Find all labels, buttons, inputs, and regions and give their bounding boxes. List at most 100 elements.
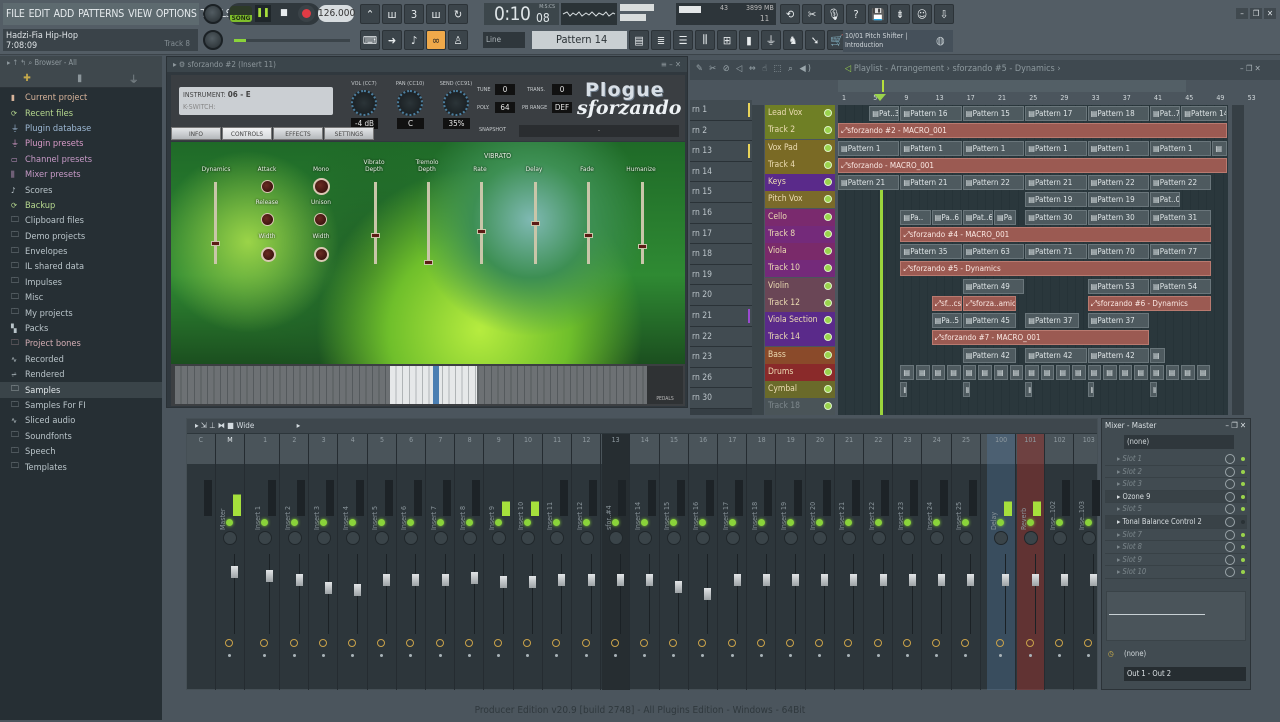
playlist-icon[interactable]: ▤ (629, 30, 649, 50)
track-header[interactable]: Bass (765, 346, 835, 364)
effect-slot[interactable]: ▸ Slot 3 (1105, 478, 1247, 491)
route-icon[interactable] (260, 639, 269, 647)
automation-clip[interactable]: ⤢sforzando #7 - MACRO_001 (931, 330, 1149, 346)
pan-knob[interactable] (404, 531, 419, 545)
mixer-channel[interactable]: 6 Insert 6 (397, 434, 426, 690)
pattern-clip[interactable]: ▤ (1212, 140, 1227, 156)
browser-item[interactable]: 🗀 Samples For FI (0, 398, 162, 413)
slot-enable-led[interactable] (1241, 532, 1245, 537)
track-mute-led[interactable] (824, 109, 832, 117)
volume-fader[interactable] (500, 576, 507, 589)
mixer-channel[interactable]: 7 Insert 7 (427, 434, 456, 690)
channel-rack-icon[interactable]: ☰ (673, 30, 693, 50)
mix-level-knob[interactable] (1225, 466, 1235, 477)
volume-fader[interactable] (266, 570, 274, 582)
pattern-clip[interactable]: ▤Pattern 1 (838, 140, 900, 156)
send-dot[interactable] (467, 654, 471, 657)
browser-item[interactable]: ⫼ Mixer presets (0, 167, 162, 182)
send-dot[interactable] (643, 654, 646, 657)
mix-level-knob[interactable] (1225, 479, 1235, 490)
slot-enable-led[interactable] (1241, 457, 1245, 461)
effect-slot[interactable]: ▸ Slot 5 (1105, 503, 1247, 516)
mixer-layout-preset[interactable]: Wide (236, 421, 254, 430)
pan-knob[interactable] (397, 90, 423, 116)
send-dot[interactable] (1028, 654, 1032, 657)
send-dot[interactable] (999, 654, 1003, 657)
menu-file[interactable]: FILE (6, 8, 25, 20)
tab-effects[interactable]: EFFECTS (273, 127, 323, 140)
pan-knob[interactable] (959, 531, 974, 545)
slider-handle[interactable] (638, 244, 647, 250)
undo-icon[interactable]: ⟲ (780, 4, 800, 24)
help-icon[interactable]: ? (846, 4, 866, 24)
mixer-channel[interactable]: 8 Insert 8 (456, 434, 485, 690)
mixer-channel[interactable]: 5 Insert 5 (368, 434, 397, 690)
track-header[interactable]: Track 12 (765, 294, 835, 312)
browser-item[interactable]: 🗀 Speech (0, 444, 162, 459)
channel-enable-led[interactable] (757, 519, 765, 526)
pattern-clip[interactable]: ▤Pattern 18 (1087, 106, 1149, 121)
channel-enable-led[interactable] (226, 519, 234, 526)
pan-knob[interactable] (900, 531, 915, 545)
snap-selector[interactable]: Line (483, 32, 525, 48)
slot-enable-led[interactable] (1241, 545, 1245, 550)
mono-knob[interactable] (313, 178, 330, 195)
channel-enable-led[interactable] (728, 519, 736, 526)
menu-view[interactable]: VIEW (128, 8, 152, 20)
chat-icon[interactable]: ☺ (912, 4, 932, 24)
mixer-channel[interactable]: 20 Insert 20 (806, 434, 835, 690)
drum-pattern-clip[interactable]: ▤ (931, 364, 946, 380)
channel-enable-led[interactable] (1055, 519, 1063, 526)
pattern-clip[interactable]: ▤Pattern 21 (1025, 175, 1087, 190)
slot-enable-led[interactable] (1241, 507, 1245, 512)
pan-knob[interactable] (608, 531, 623, 545)
mixer-channel[interactable]: 13 sfor..#4 (601, 434, 631, 690)
menu-options[interactable]: OPTIONS (156, 8, 197, 20)
plugin-title-bar[interactable]: ▸ ⚙ sforzando #2 (Insert 11) ≡ – ✕ (167, 57, 687, 72)
volume-fader[interactable] (470, 571, 478, 584)
typing-keyboard-icon[interactable]: ⌨ (360, 30, 380, 50)
channel-enable-led[interactable] (997, 519, 1005, 526)
mixer-channel[interactable]: 102 Inse..102 (1046, 434, 1075, 690)
cymbal-pattern-clip[interactable]: ▤ (900, 382, 908, 397)
pan-knob[interactable] (1052, 531, 1067, 545)
route-icon[interactable] (348, 639, 356, 647)
browser-item[interactable]: ⟳ Recent files (0, 105, 162, 120)
route-icon[interactable] (406, 639, 415, 647)
mix-level-knob[interactable] (1225, 504, 1235, 515)
pan-knob[interactable] (1082, 531, 1096, 545)
pattern-selector[interactable]: Pattern 14 (532, 31, 627, 49)
route-icon[interactable] (581, 639, 590, 647)
send-dot[interactable] (380, 654, 384, 657)
browser-item[interactable]: 🗀 Templates (0, 459, 162, 474)
master-pitch-knob[interactable] (203, 30, 223, 50)
pattern-clip[interactable]: ▤Pattern 42 (1087, 347, 1149, 363)
slider-handle[interactable] (371, 232, 380, 238)
route-icon[interactable] (932, 639, 940, 647)
pattern-list-item[interactable]: rn 18 (690, 244, 752, 265)
route-icon[interactable] (1054, 639, 1063, 647)
volume-fader[interactable] (529, 576, 537, 589)
route-icon[interactable] (464, 639, 473, 647)
tab-settings[interactable]: SETTINGS (324, 127, 374, 140)
volume-fader[interactable] (558, 574, 566, 586)
volume-fader[interactable] (383, 574, 391, 586)
volume-fader[interactable] (675, 581, 683, 594)
mixer-channel[interactable]: 17 Insert 17 (719, 434, 748, 690)
track-mute-led[interactable] (824, 264, 832, 273)
tab-info[interactable]: INFO (171, 127, 221, 140)
menu-edit[interactable]: EDIT (29, 8, 50, 20)
pan-knob[interactable] (258, 531, 273, 545)
route-icon[interactable] (873, 639, 882, 647)
pattern-clip[interactable]: ▤Pattern 37 (1087, 313, 1149, 328)
mixer-channel[interactable]: 24 Insert 24 (923, 434, 952, 690)
drum-pattern-clip[interactable]: ▤ (1087, 364, 1102, 380)
mixer-channel[interactable]: 18 Insert 18 (748, 434, 777, 690)
eq-display[interactable] (1106, 590, 1246, 641)
route-icon[interactable] (377, 639, 386, 647)
slider-handle[interactable] (584, 232, 593, 238)
save-icon[interactable]: 💾 (868, 4, 888, 24)
track-header[interactable]: Track 14 (765, 329, 835, 347)
pan-knob[interactable] (433, 531, 448, 545)
mixer-channel[interactable]: M Master (216, 434, 245, 690)
